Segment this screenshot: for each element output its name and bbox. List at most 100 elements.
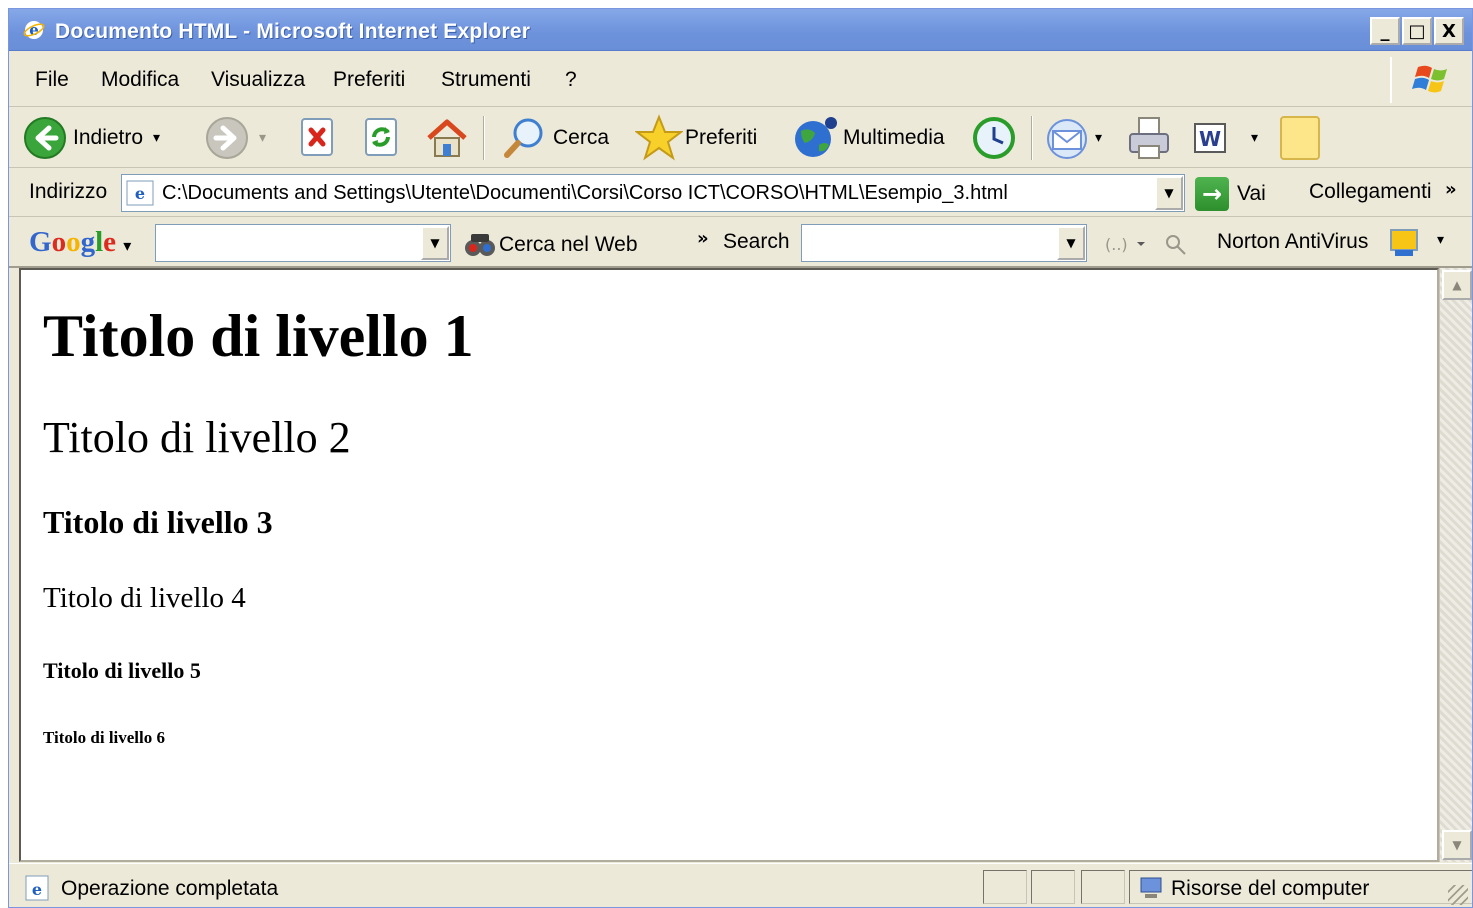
google-logo-letter: l <box>95 226 104 258</box>
heading-3: Titolo di livello 3 <box>43 504 273 540</box>
google-search-dropdown-icon[interactable]: ▼ <box>421 226 449 260</box>
go-arrow-icon: → <box>1195 177 1229 211</box>
menu-preferiti[interactable]: Preferiti <box>333 68 405 92</box>
minimize-button[interactable]: _ <box>1370 17 1400 45</box>
status-text: Operazione completata <box>61 877 279 900</box>
security-zone-label: Risorse del computer <box>1171 877 1370 900</box>
mail-button[interactable]: ▾ <box>1045 114 1102 162</box>
links-button[interactable]: Collegamenti <box>1309 180 1432 204</box>
heading-1: Titolo di livello 1 <box>43 303 474 369</box>
home-icon <box>427 119 467 157</box>
window-controls: _ □ X <box>1370 17 1464 45</box>
toolbar-separator <box>483 116 485 160</box>
close-button[interactable]: X <box>1434 17 1464 45</box>
binoculars-icon <box>465 234 495 256</box>
window-title: Documento HTML - Microsoft Internet Expl… <box>55 20 531 43</box>
menu-strumenti[interactable]: Strumenti <box>441 68 531 92</box>
links-chevron-icon[interactable]: » <box>1445 179 1457 200</box>
address-url[interactable]: C:\Documents and Settings\Utente\Documen… <box>162 182 1008 205</box>
page-icon: e <box>126 180 154 206</box>
google-toolbar: Google ▾ ▼ Cerca nel Web » Search ▼ (..) <box>9 218 1472 268</box>
google-logo-letter: o <box>51 226 67 258</box>
forward-button[interactable]: ▾ <box>205 114 266 162</box>
search-button[interactable]: Cerca <box>501 114 609 162</box>
svg-text:e: e <box>32 880 42 899</box>
home-button[interactable] <box>423 114 471 162</box>
computer-zone-icon <box>1140 877 1162 898</box>
forward-dropdown-icon[interactable]: ▾ <box>259 130 266 146</box>
menu-help[interactable]: ? <box>565 68 577 92</box>
page-content: Titolo di livello 1 Titolo di livello 2 … <box>19 268 1439 862</box>
safe-search-icon[interactable]: (..) <box>1103 232 1147 256</box>
refresh-icon <box>365 118 397 156</box>
norton-search-input[interactable]: ▼ <box>801 224 1087 262</box>
svg-text:e: e <box>135 184 145 203</box>
address-dropdown-icon[interactable]: ▼ <box>1155 176 1183 210</box>
sticky-note-icon <box>1280 116 1320 160</box>
google-logo-letter: G <box>29 226 52 258</box>
google-menu-arrow-icon[interactable]: ▾ <box>123 236 131 255</box>
menu-modifica[interactable]: Modifica <box>101 68 179 92</box>
favorites-label: Preferiti <box>685 126 758 149</box>
address-label: Indirizzo <box>29 180 108 203</box>
standard-toolbar: Indietro ▾ ▾ Cerca Preferiti Multimedia … <box>9 108 1472 168</box>
toolbar-separator <box>1031 116 1033 160</box>
menu-visualizza[interactable]: Visualizza <box>211 68 305 92</box>
favorites-button[interactable]: Preferiti <box>635 114 757 162</box>
norton-dropdown-icon[interactable]: ▾ <box>1437 232 1444 248</box>
forward-arrow-icon <box>206 117 248 159</box>
magnifier-icon <box>504 118 543 158</box>
edit-dropdown-icon[interactable]: ▾ <box>1251 130 1258 146</box>
refresh-button[interactable] <box>363 114 401 162</box>
title-bar[interactable]: e Documento HTML - Microsoft Internet Ex… <box>9 9 1472 51</box>
go-button[interactable]: → Vai <box>1195 177 1266 211</box>
search-web-label: Cerca nel Web <box>499 233 638 256</box>
status-pane <box>983 870 1027 904</box>
norton-shield-icon[interactable] <box>1389 228 1423 260</box>
search-label: Cerca <box>553 126 610 149</box>
google-logo[interactable]: Google ▾ <box>29 226 131 259</box>
heading-2: Titolo di livello 2 <box>43 413 351 462</box>
word-icon: W <box>1194 123 1226 153</box>
svg-text:e: e <box>29 21 39 39</box>
edit-word-button[interactable]: W ▾ <box>1193 114 1258 162</box>
vertical-scrollbar[interactable]: ▲ ▼ <box>1439 268 1472 862</box>
heading-5: Titolo di livello 5 <box>43 658 201 683</box>
star-icon <box>635 114 683 161</box>
menu-bar: File Modifica Visualizza Preferiti Strum… <box>9 51 1472 107</box>
heading-4: Titolo di livello 4 <box>43 582 246 614</box>
scroll-up-icon[interactable]: ▲ <box>1442 270 1472 300</box>
mail-dropdown-icon[interactable]: ▾ <box>1095 130 1102 146</box>
norton-search-dropdown-icon[interactable]: ▼ <box>1057 226 1085 260</box>
back-button[interactable]: Indietro ▾ <box>23 114 160 162</box>
magnifier-small-icon[interactable] <box>1163 232 1189 256</box>
google-search-input[interactable]: ▼ <box>155 224 451 262</box>
menu-file[interactable]: File <box>35 68 69 92</box>
address-field[interactable]: e C:\Documents and Settings\Utente\Docum… <box>121 174 1185 212</box>
google-logo-letter: g <box>80 226 96 258</box>
stop-icon <box>301 118 333 156</box>
mail-icon <box>1047 119 1087 159</box>
stop-button[interactable] <box>299 114 337 162</box>
notes-button[interactable] <box>1277 114 1323 162</box>
resize-grip[interactable] <box>1448 885 1468 905</box>
history-button[interactable] <box>971 114 1017 162</box>
search-web-button[interactable]: Cerca nel Web <box>463 230 638 260</box>
media-label: Multimedia <box>843 126 945 149</box>
norton-search-label: Search <box>723 230 790 253</box>
ie-logo-icon: e <box>23 21 45 39</box>
history-clock-icon <box>973 117 1015 159</box>
back-label: Indietro <box>73 126 144 149</box>
back-dropdown-icon[interactable]: ▾ <box>153 130 160 146</box>
scroll-down-icon[interactable]: ▼ <box>1442 830 1472 860</box>
media-button[interactable]: Multimedia <box>791 114 945 162</box>
status-pane <box>1081 870 1125 904</box>
norton-antivirus-button[interactable]: Norton AntiVirus <box>1217 230 1368 254</box>
google-chevron-icon[interactable]: » <box>697 228 709 249</box>
windows-flag-logo <box>1390 57 1468 103</box>
back-arrow-icon <box>24 117 66 159</box>
svg-text:W: W <box>1199 127 1221 151</box>
print-button[interactable] <box>1125 114 1175 162</box>
maximize-button[interactable]: □ <box>1402 17 1432 45</box>
windows-flag-icon <box>1412 65 1447 93</box>
